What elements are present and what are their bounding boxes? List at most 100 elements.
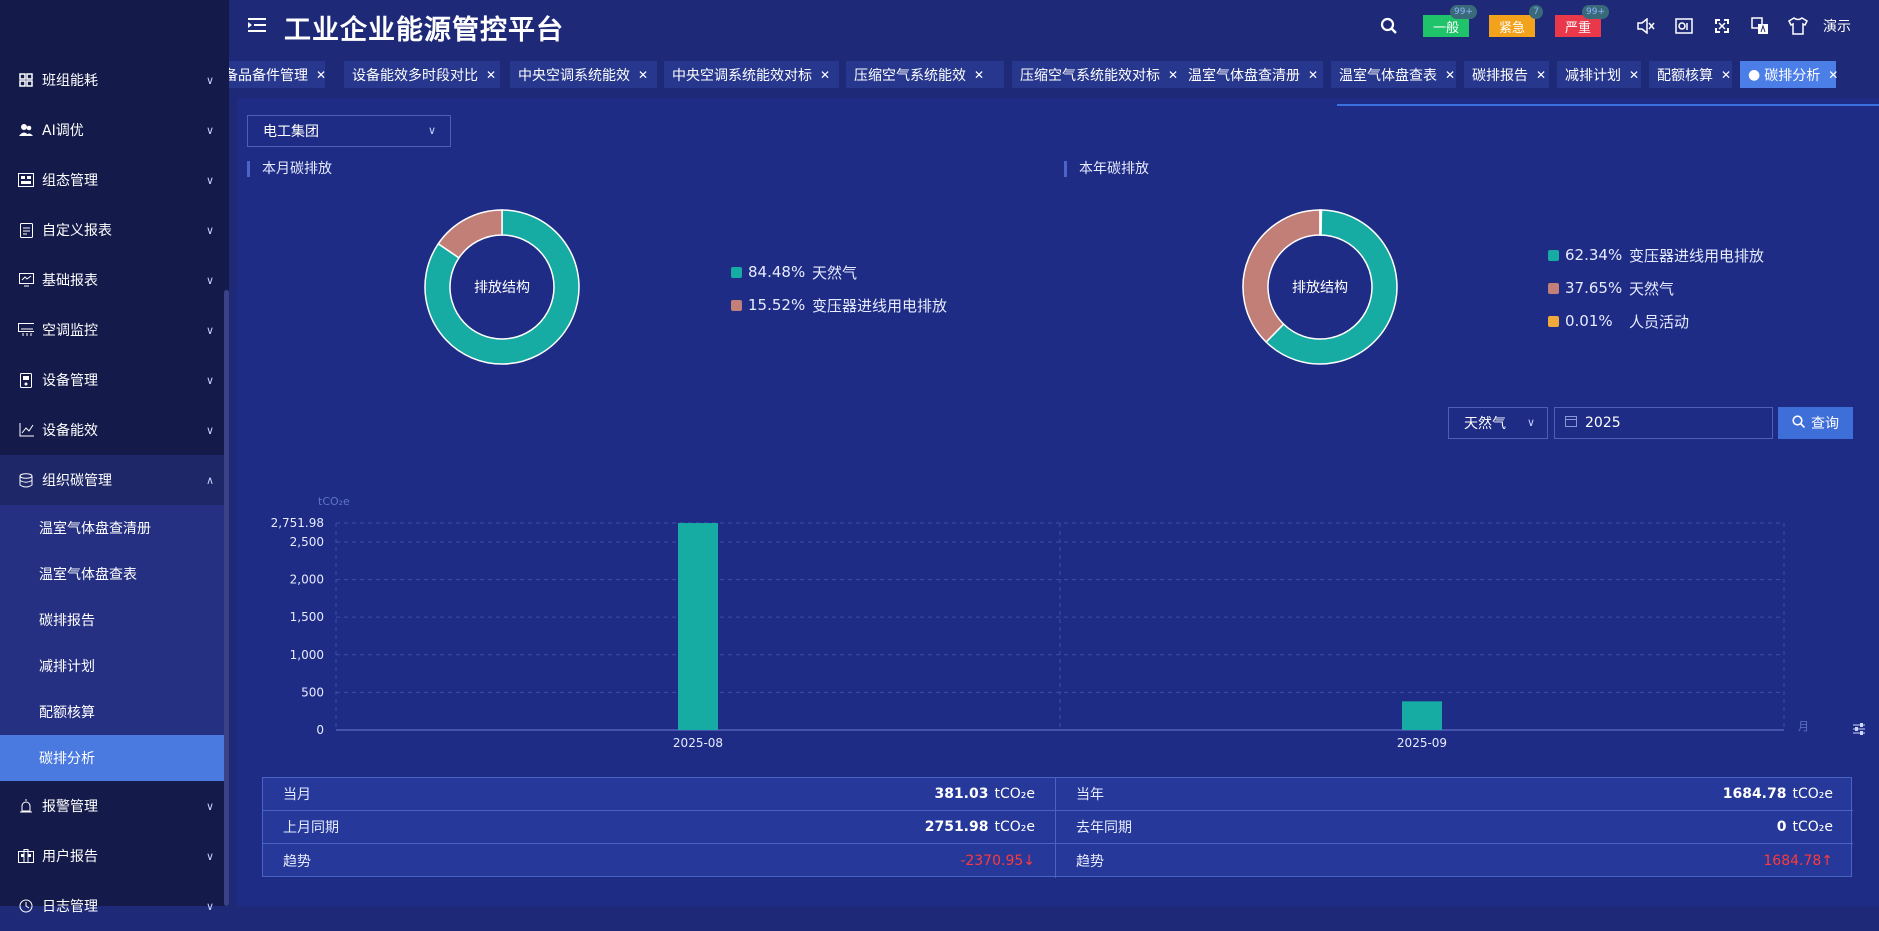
year-legend-item[interactable]: 62.34% 变压器进线用电排放	[1548, 245, 1764, 265]
sidebar-subitem-label: 碳排分析	[39, 751, 95, 767]
calendar-icon	[1565, 415, 1577, 431]
close-icon[interactable]: ✕	[638, 68, 648, 82]
user-name[interactable]: 演示	[1823, 16, 1851, 36]
sidebar-item-team-energy[interactable]: 班组能耗 ∨	[0, 55, 224, 105]
year-legend-item[interactable]: 37.65% 天然气	[1548, 278, 1674, 298]
tab-carbon-analysis[interactable]: ● 碳排分析 ✕	[1740, 61, 1838, 88]
tab-reduction-plan[interactable]: 减排计划 ✕	[1557, 61, 1641, 88]
alert-count: 99+	[1449, 5, 1477, 19]
close-icon[interactable]: ✕	[1168, 68, 1178, 82]
top-right-tools: 一般 99+ 紧急 7 严重 99+ 演示	[1370, 0, 1879, 52]
tab-spare-parts[interactable]: 备品备件管理 ✕	[229, 61, 326, 88]
sidebar-item-basic-report[interactable]: 基础报表 ∨	[0, 255, 224, 305]
translate-icon[interactable]	[1750, 16, 1770, 36]
close-icon[interactable]: ✕	[1828, 68, 1838, 82]
sidebar-item-alarm[interactable]: 报警管理 ∨	[0, 781, 224, 831]
dashboard-icon[interactable]	[1674, 16, 1694, 36]
sidebar-item-device-efficiency[interactable]: 设备能效 ∨	[0, 405, 224, 455]
chevron-down-icon: ∨	[427, 124, 436, 137]
tab-ghg-inventory-table[interactable]: 温室气体盘查表 ✕	[1331, 61, 1456, 88]
sidebar-subitem-reduction-plan[interactable]: 减排计划	[0, 643, 224, 689]
close-icon[interactable]: ✕	[1445, 68, 1455, 82]
bar[interactable]	[1402, 701, 1442, 730]
bar[interactable]	[678, 523, 718, 730]
alert-count: 7	[1529, 5, 1543, 19]
sidebar-item-label: 组织碳管理	[42, 473, 112, 489]
y-tick-label: 2,751.98	[271, 516, 324, 530]
sidebar-item-label: 用户报告	[42, 849, 98, 865]
sidebar-subitem-quota-accounting[interactable]: 配额核算	[0, 689, 224, 735]
sidebar-scrollbar[interactable]	[224, 290, 229, 906]
year-legend-item[interactable]: 0.01% 人员活动	[1548, 311, 1689, 331]
x-axis-unit: 月	[1798, 720, 1809, 733]
sidebar-item-label: 班组能耗	[42, 73, 98, 89]
close-icon[interactable]: ✕	[820, 68, 830, 82]
search-icon[interactable]	[1379, 16, 1399, 36]
search-icon	[1792, 414, 1806, 432]
tab-central-ac-benchmark[interactable]: 中央空调系统能效对标 ✕	[664, 61, 839, 88]
sidebar-item-config[interactable]: 组态管理 ∨	[0, 155, 224, 205]
close-icon[interactable]: ✕	[1629, 68, 1639, 82]
donut-slice[interactable]	[437, 209, 503, 259]
y-axis-unit: tCO₂e	[318, 495, 350, 508]
tab-quota-accounting[interactable]: 配额核算 ✕	[1649, 61, 1732, 88]
tab-carbon-report[interactable]: 碳排报告 ✕	[1464, 61, 1549, 88]
alert-badge-label: 紧急	[1498, 20, 1525, 36]
sidebar-item-aircon[interactable]: 空调监控 ∨	[0, 305, 224, 355]
sidebar-item-log[interactable]: 日志管理 ∨	[0, 881, 224, 931]
close-icon[interactable]: ✕	[1308, 68, 1318, 82]
summary-value: 1684.78 tCO₂e	[1722, 786, 1833, 802]
tab-label: 碳排分析	[1764, 67, 1821, 84]
sidebar-item-label: 空调监控	[42, 323, 98, 339]
month-legend-item[interactable]: 15.52% 变压器进线用电排放	[731, 295, 947, 315]
month-legend-item[interactable]: 84.48% 天然气	[731, 262, 857, 282]
alert-badge-normal[interactable]: 一般 99+	[1422, 5, 1477, 37]
donut-slice[interactable]	[1242, 209, 1321, 344]
tab-label: 设备能效多时段对比	[352, 67, 478, 84]
donut-slice[interactable]	[1319, 209, 1323, 236]
sidebar-item-ai-tuning[interactable]: AI调优 ∨	[0, 105, 224, 155]
tab-compressed-air-efficiency[interactable]: 压缩空气系统能效 ✕	[846, 61, 1004, 88]
close-icon[interactable]: ✕	[316, 68, 326, 82]
energy-type-value: 天然气	[1464, 416, 1506, 432]
alert-badge-urgent[interactable]: 紧急 7	[1488, 5, 1543, 37]
close-icon[interactable]: ✕	[1721, 68, 1731, 82]
theme-shirt-icon[interactable]	[1788, 16, 1808, 36]
sidebar-subitem-ghg-inventory-table[interactable]: 温室气体盘查表	[0, 551, 224, 597]
database-icon	[18, 472, 34, 488]
mute-icon[interactable]	[1636, 16, 1656, 36]
energy-type-select[interactable]: 天然气 ∨	[1448, 407, 1548, 439]
close-icon[interactable]: ✕	[1536, 68, 1546, 82]
tab-central-ac-efficiency[interactable]: 中央空调系统能效 ✕	[510, 61, 657, 88]
monitor-icon	[18, 272, 34, 288]
legend-swatch	[1548, 315, 1559, 327]
fullscreen-icon[interactable]	[1712, 16, 1732, 36]
legend-swatch	[731, 266, 742, 278]
alert-badge-severe[interactable]: 严重 99+	[1554, 5, 1609, 37]
query-button[interactable]: 查询	[1778, 407, 1853, 439]
sidebar-subitem-carbon-analysis[interactable]: 碳排分析	[0, 735, 224, 781]
sidebar-item-device[interactable]: 设备管理 ∨	[0, 355, 224, 405]
chevron-down-icon: ∨	[205, 173, 215, 187]
sidebar-subitem-ghg-inventory-list[interactable]: 温室气体盘查清册	[0, 505, 224, 551]
y-tick-label: 1,500	[290, 610, 324, 624]
chart-settings-icon[interactable]	[1852, 721, 1866, 740]
close-icon[interactable]: ✕	[974, 68, 984, 82]
sidebar-item-user-report[interactable]: 用户报告 ∨	[0, 831, 224, 881]
tab-device-efficiency-compare[interactable]: 设备能效多时段对比 ✕	[344, 61, 500, 88]
close-icon[interactable]: ✕	[486, 68, 496, 82]
y-tick-label: 500	[301, 685, 324, 699]
menu-fold-icon[interactable]	[246, 16, 268, 34]
org-select[interactable]: 电工集团 ∨	[247, 115, 451, 147]
sidebar-subitem-label: 温室气体盘查清册	[39, 521, 151, 537]
tab-ghg-inventory-list[interactable]: 温室气体盘查清册 ✕	[1180, 61, 1323, 88]
sidebar-subitem-carbon-report[interactable]: 碳排报告	[0, 597, 224, 643]
sidebar: 班组能耗 ∨ AI调优 ∨ 组态管理 ∨ 自定义报表 ∨ 基础报表 ∨ 空调监控…	[0, 0, 229, 915]
chevron-down-icon: ∨	[205, 323, 215, 337]
alert-badge-label: 一般	[1432, 20, 1459, 36]
sidebar-item-carbon-management[interactable]: 组织碳管理 ∧	[0, 455, 224, 505]
summary-row-last-year: 去年同期 0 tCO₂e	[1056, 811, 1853, 844]
year-picker[interactable]: 2025	[1554, 407, 1773, 439]
tab-compressed-air-benchmark[interactable]: 压缩空气系统能效对标 ✕	[1012, 61, 1188, 88]
sidebar-item-custom-report[interactable]: 自定义报表 ∨	[0, 205, 224, 255]
